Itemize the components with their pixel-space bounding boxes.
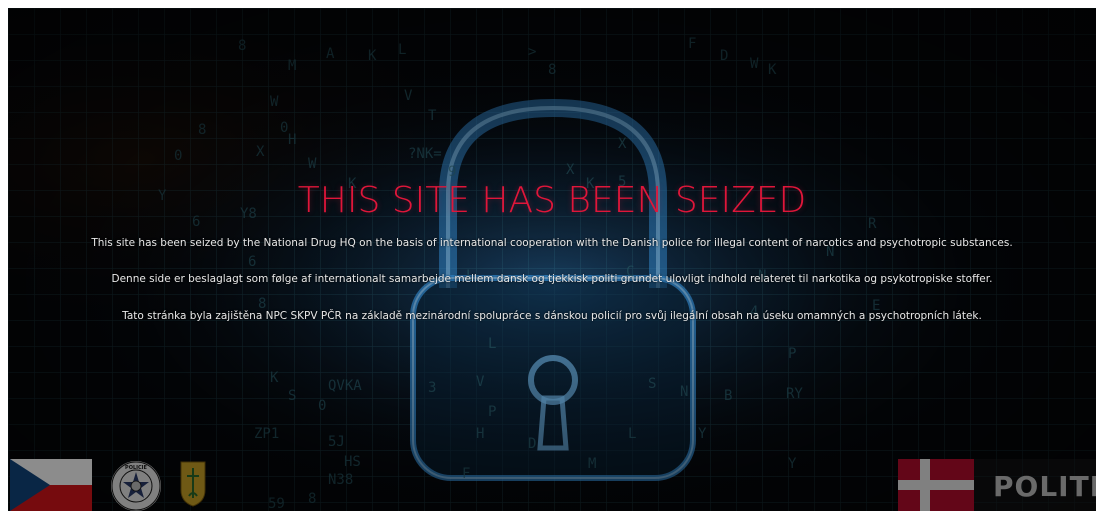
npc-shield-icon	[180, 461, 206, 507]
politi-logo: POLITI	[993, 470, 1096, 503]
police-seal-text-top: POLICIE	[125, 465, 147, 471]
police-seal-icon: POLICIE	[111, 461, 161, 511]
czech-flag-icon	[10, 459, 92, 511]
seizure-notice: THIS SITE HAS BEEN SEIZED This site has …	[8, 8, 1096, 511]
seizure-banner: 8 MA KL FD WK W0 XH Y8 6 8K QVKA 3 S0 ZP1 5…	[8, 8, 1096, 511]
notice-english: This site has been seized by the Nationa…	[91, 237, 1013, 249]
notice-czech: Tato stránka byla zajištěna NPC SKPV PČR…	[122, 310, 982, 322]
page-title: THIS SITE HAS BEEN SEIZED	[297, 180, 807, 221]
danish-flag-icon	[898, 459, 974, 511]
notice-danish: Denne side er beslaglagt som følge af in…	[111, 273, 993, 285]
